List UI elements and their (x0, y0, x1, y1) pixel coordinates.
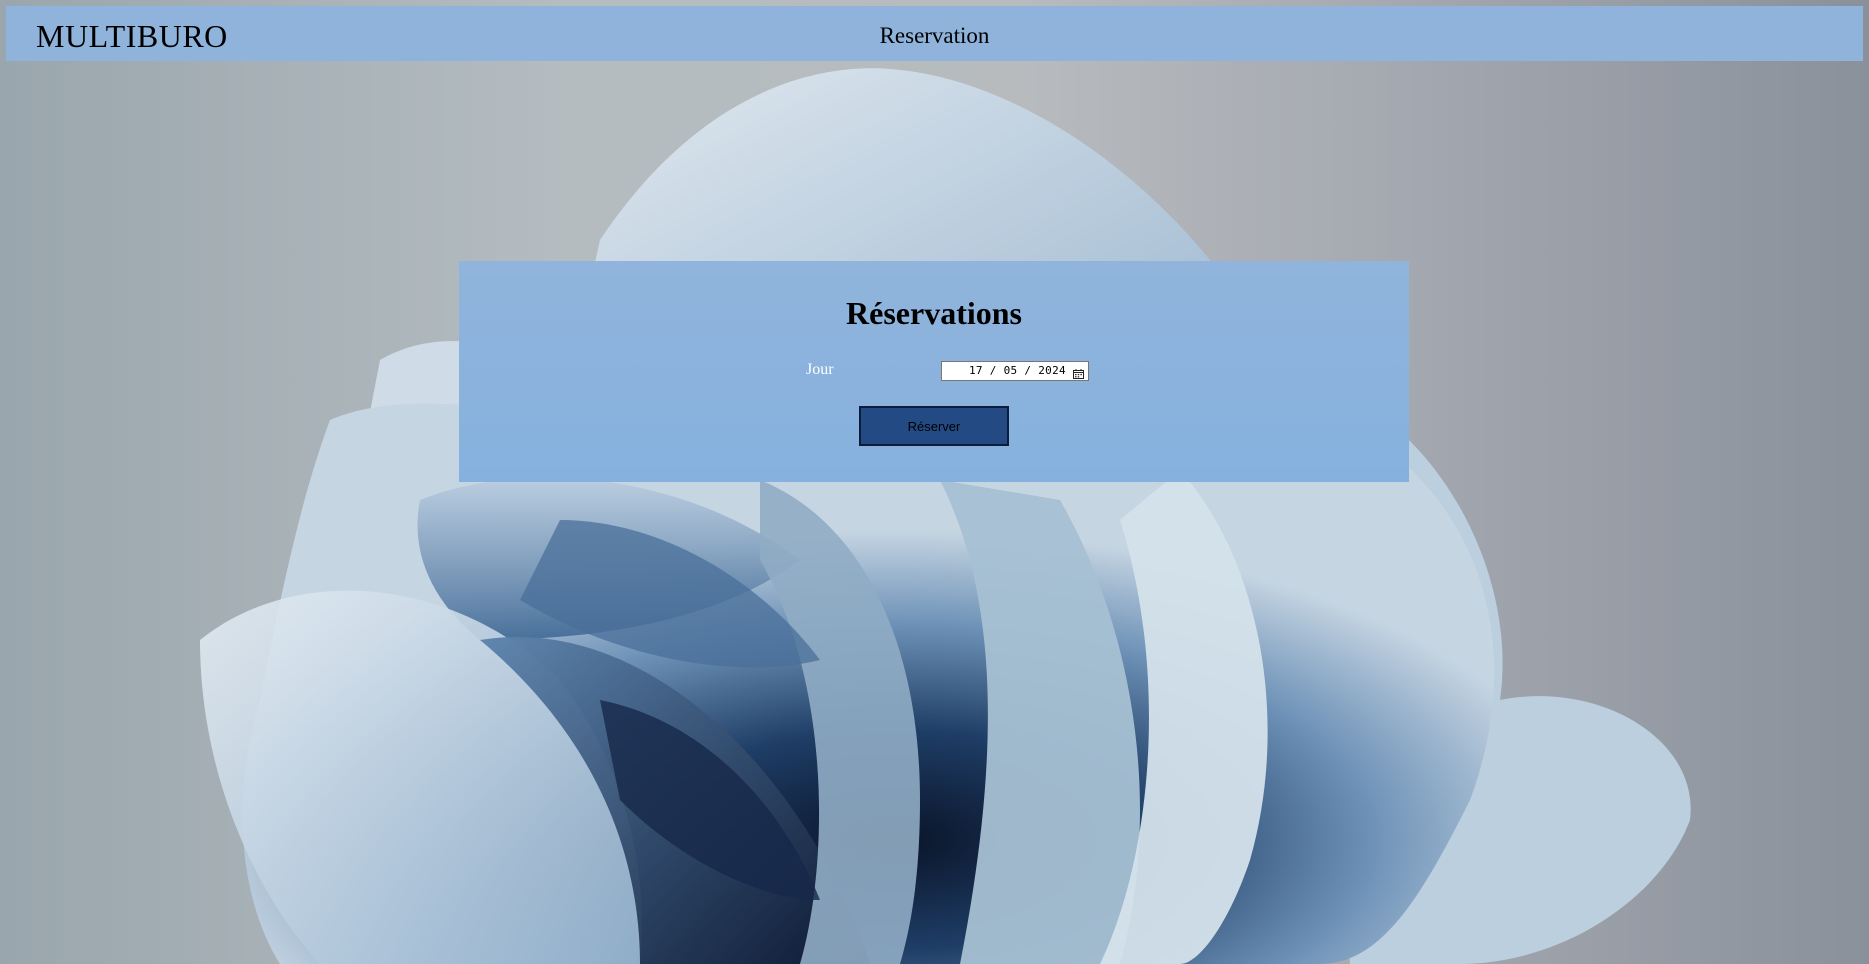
date-value[interactable]: 17 / 05 / 2024 (969, 365, 1066, 377)
day-label: Jour (806, 361, 834, 378)
calendar-icon[interactable] (1073, 366, 1084, 379)
page-title: Reservation (879, 23, 990, 48)
day-date-input[interactable]: 17 / 05 / 2024 (941, 361, 1089, 381)
reservation-panel: Réservations Jour 17 / 05 / 2024 Réserve… (459, 261, 1409, 482)
reserve-button[interactable]: Réserver (859, 406, 1009, 446)
background-wallpaper (0, 0, 1869, 964)
top-bar: MULTIBURO Reservation (6, 6, 1863, 61)
reservation-heading: Réservations (846, 295, 1022, 331)
